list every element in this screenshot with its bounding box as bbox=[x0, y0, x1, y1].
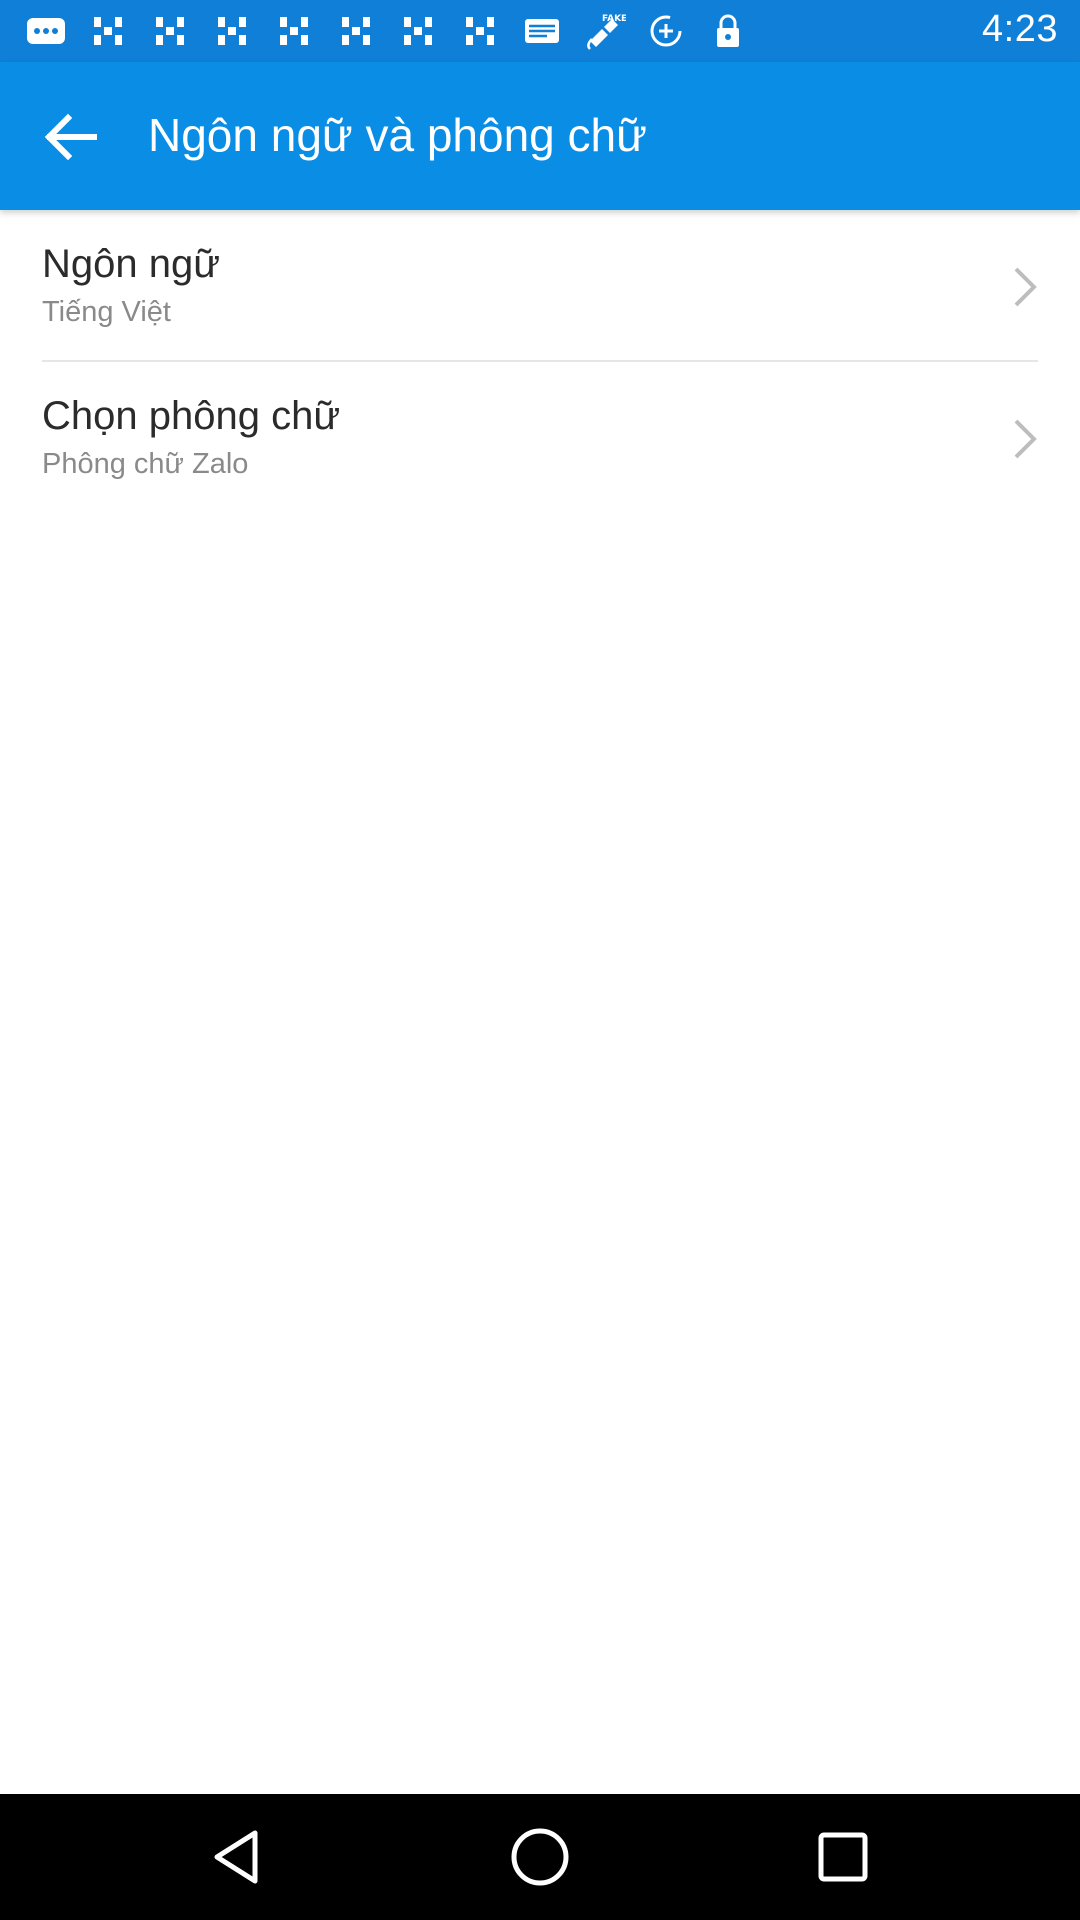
news-icon bbox=[272, 11, 316, 51]
page-title: Ngôn ngữ và phông chữ bbox=[148, 109, 647, 161]
home-circle-icon bbox=[511, 1828, 569, 1886]
lock-icon bbox=[706, 11, 750, 51]
messenger-icon bbox=[24, 11, 68, 51]
language-setting-title: Ngôn ngữ bbox=[42, 242, 221, 286]
settings-list: Ngôn ngữ Tiếng Việt Chọn phông chữ Phông… bbox=[0, 210, 1080, 514]
system-nav-bar bbox=[0, 1794, 1080, 1920]
news-icon bbox=[334, 11, 378, 51]
back-button[interactable] bbox=[30, 100, 110, 174]
status-bar: FAKE 4:23 bbox=[0, 0, 1080, 62]
language-setting-value: Tiếng Việt bbox=[42, 296, 171, 328]
news-icon bbox=[86, 11, 130, 51]
mail-icon bbox=[520, 11, 564, 51]
news-icon bbox=[148, 11, 192, 51]
app-bar: Ngôn ngữ và phông chữ bbox=[0, 62, 1080, 210]
fake-gps-icon: FAKE bbox=[582, 11, 626, 51]
news-icon bbox=[210, 11, 254, 51]
clock: 4:23 bbox=[982, 8, 1058, 50]
data-saver-icon bbox=[644, 11, 688, 51]
chevron-right-icon bbox=[1014, 419, 1037, 459]
language-setting-item[interactable]: Ngôn ngữ Tiếng Việt bbox=[0, 210, 1080, 362]
chevron-right-icon bbox=[1014, 267, 1037, 307]
font-setting-value: Phông chữ Zalo bbox=[42, 448, 249, 480]
status-right: 4:23 bbox=[938, 8, 1058, 51]
back-triangle-icon bbox=[214, 1830, 258, 1884]
recents-square-icon bbox=[818, 1832, 868, 1882]
arrow-back-icon bbox=[44, 113, 97, 161]
news-icon bbox=[396, 11, 440, 51]
nav-recents-button[interactable] bbox=[808, 1822, 878, 1892]
font-setting-item[interactable]: Chọn phông chữ Phông chữ Zalo bbox=[0, 362, 1080, 514]
svg-text:FAKE: FAKE bbox=[602, 14, 626, 24]
news-icon bbox=[458, 11, 502, 51]
notification-icons: FAKE bbox=[24, 10, 750, 52]
signal-icon bbox=[938, 16, 960, 43]
nav-back-button[interactable] bbox=[202, 1822, 272, 1892]
font-setting-title: Chọn phông chữ bbox=[42, 394, 341, 438]
nav-home-button[interactable] bbox=[505, 1822, 575, 1892]
